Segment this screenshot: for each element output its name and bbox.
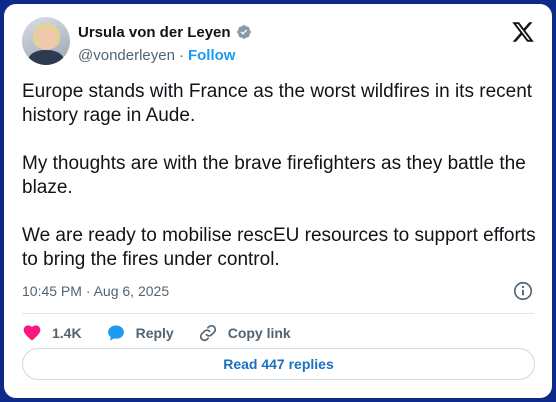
- avatar-body: [28, 50, 64, 65]
- link-icon: [199, 324, 216, 342]
- follow-button[interactable]: Follow: [188, 47, 236, 64]
- separator-dot: ·: [178, 46, 184, 64]
- copy-link-button[interactable]: Copy link: [198, 323, 291, 343]
- speech-bubble-icon: [107, 325, 124, 341]
- avatar[interactable]: [22, 17, 70, 65]
- tweet-paragraph: We are ready to mobilise rescEU resource…: [22, 225, 536, 270]
- verified-badge-icon: [236, 25, 251, 39]
- like-button[interactable]: 1.4K: [22, 323, 82, 343]
- copy-link-label: Copy link: [227, 325, 291, 341]
- author-handle-row: @vonderleyen · Follow: [78, 46, 235, 64]
- info-icon[interactable]: [512, 280, 534, 302]
- heart-icon: [23, 325, 41, 341]
- like-count: 1.4K: [52, 325, 82, 341]
- tweet-timestamp[interactable]: 10:45 PM · Aug 6, 2025: [22, 283, 169, 299]
- tweet-text: Europe stands with France as the worst w…: [22, 80, 537, 272]
- divider: [22, 313, 534, 314]
- author-name[interactable]: Ursula von der Leyen: [78, 24, 231, 41]
- page-background: Ursula von der Leyen @vonderleyen · Foll…: [0, 0, 556, 402]
- read-replies-button[interactable]: Read 447 replies: [22, 348, 535, 380]
- tweet-card: Ursula von der Leyen @vonderleyen · Foll…: [4, 4, 552, 398]
- reply-label: Reply: [135, 325, 174, 341]
- avatar-face: [37, 29, 56, 50]
- action-bar: 1.4K Reply Copy link: [22, 318, 315, 348]
- tweet-paragraph: Europe stands with France as the worst w…: [22, 81, 533, 126]
- reply-button[interactable]: Reply: [106, 323, 174, 343]
- x-logo-icon[interactable]: [511, 20, 535, 44]
- author-name-row: Ursula von der Leyen: [78, 22, 252, 42]
- tweet-paragraph: My thoughts are with the brave firefight…: [22, 153, 526, 198]
- author-handle[interactable]: @vonderleyen: [78, 47, 175, 64]
